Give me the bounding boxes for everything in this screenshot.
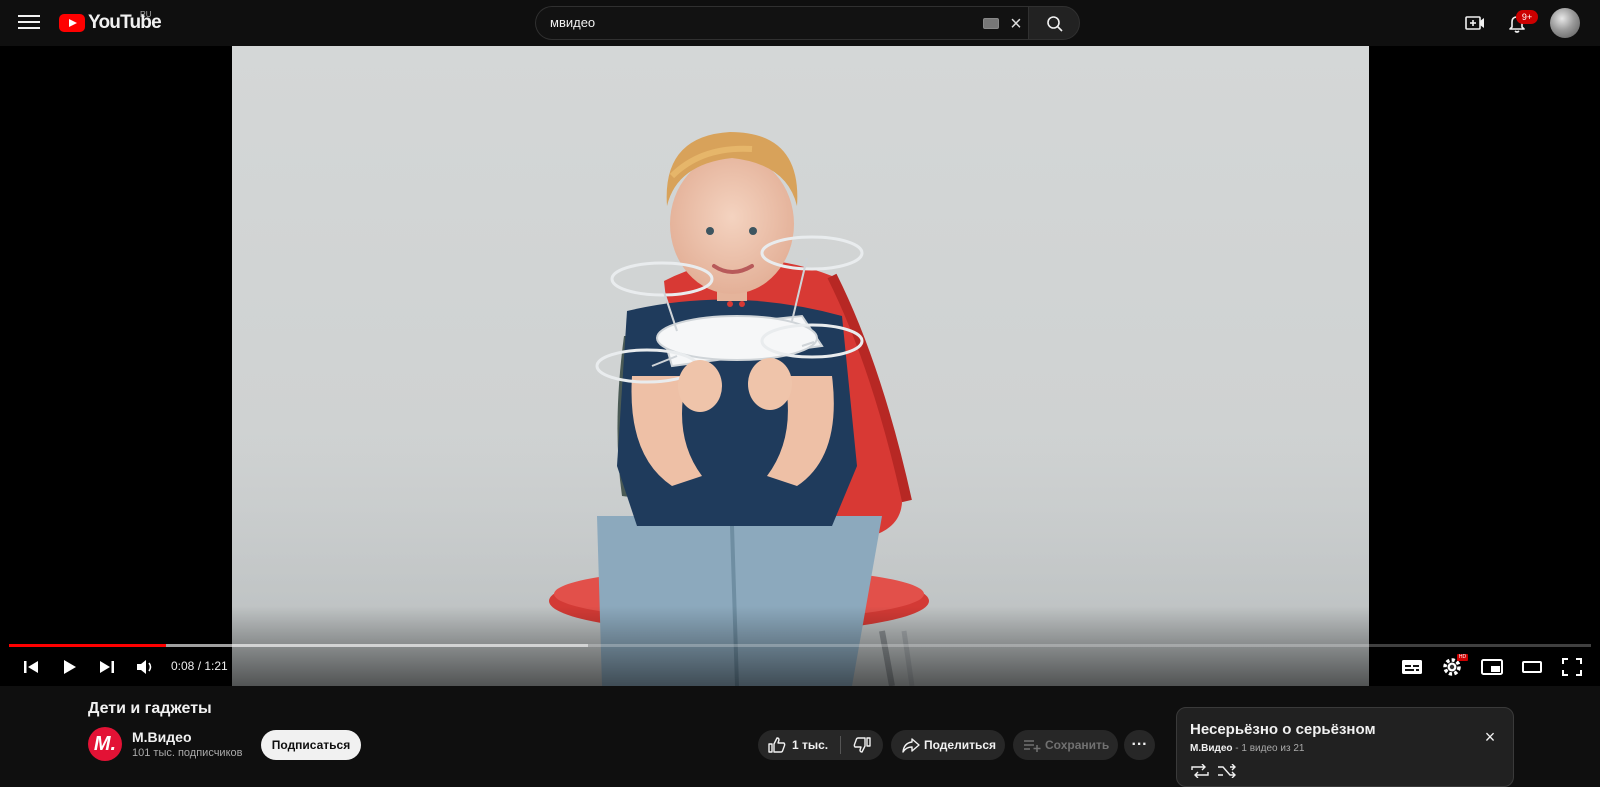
channel-name[interactable]: М.Видео (132, 729, 192, 745)
search-input[interactable] (550, 15, 930, 30)
share-button[interactable]: Поделиться (891, 730, 1005, 760)
video-thumbnail-image (232, 132, 1369, 686)
play-icon[interactable] (56, 655, 82, 679)
close-icon[interactable]: × (1481, 728, 1499, 746)
masthead: YouTube RU × 9+ (0, 0, 1600, 46)
loop-icon[interactable] (1190, 764, 1210, 778)
search-icon (1047, 16, 1063, 32)
subtitles-icon[interactable] (1399, 655, 1425, 679)
save-button[interactable]: Сохранить (1013, 730, 1118, 760)
keyboard-icon[interactable] (983, 18, 999, 29)
share-icon (902, 738, 920, 753)
shuffle-icon[interactable] (1217, 764, 1237, 778)
country-code: RU (140, 10, 152, 19)
miniplayer-icon[interactable] (1479, 655, 1505, 679)
fullscreen-icon[interactable] (1559, 655, 1585, 679)
youtube-logo-icon (59, 14, 85, 32)
playlist-add-icon (1024, 740, 1041, 752)
time-separator: / (194, 659, 205, 673)
save-label: Сохранить (1045, 738, 1110, 752)
notification-badge: 9+ (1516, 10, 1538, 24)
thumbs-up-icon (768, 737, 786, 753)
current-time: 0:08 (171, 659, 195, 673)
progress-played (9, 644, 166, 647)
like-button[interactable]: 1 тыс. (758, 730, 840, 760)
playlist-panel: Несерьёзно о серьёзном М.Видео - 1 видео… (1176, 707, 1514, 787)
video-info: Дети и гаджеты М. М.Видео 101 тыс. подпи… (0, 686, 1600, 787)
playlist-channel[interactable]: М.Видео (1190, 743, 1233, 754)
progress-bar[interactable] (9, 644, 1591, 647)
thumbs-down-icon (853, 737, 871, 753)
close-icon[interactable]: × (1006, 14, 1026, 34)
video-title: Дети и гаджеты (88, 700, 212, 717)
like-dislike-group: 1 тыс. (758, 730, 883, 760)
previous-icon[interactable] (18, 655, 44, 679)
share-label: Поделиться (924, 738, 997, 752)
subscribe-button[interactable]: Подписаться (261, 730, 361, 760)
subscriber-count: 101 тыс. подписчиков (132, 747, 243, 759)
like-count: 1 тыс. (792, 738, 829, 752)
video-frame[interactable] (232, 46, 1369, 686)
create-video-icon[interactable] (1464, 12, 1486, 34)
hd-badge: HD (1457, 654, 1468, 661)
channel-avatar[interactable]: М. (88, 727, 122, 761)
more-icon[interactable]: ··· (1124, 730, 1155, 760)
menu-icon[interactable] (18, 12, 40, 34)
avatar[interactable] (1550, 8, 1580, 38)
volume-icon[interactable] (132, 655, 158, 679)
dislike-button[interactable] (841, 730, 883, 760)
time-display: 0:08 / 1:21 (171, 659, 228, 673)
next-icon[interactable] (94, 655, 120, 679)
duration: 1:21 (204, 659, 228, 673)
playlist-position: 1 видео из 21 (1241, 743, 1305, 754)
playlist-title[interactable]: Несерьёзно о серьёзном (1190, 721, 1376, 738)
search-button[interactable] (1028, 6, 1080, 40)
video-player[interactable]: 0:08 / 1:21 HD (0, 46, 1600, 686)
theater-mode-icon[interactable] (1519, 655, 1545, 679)
playlist-meta: М.Видео - 1 видео из 21 (1190, 743, 1304, 754)
search-box: × (535, 6, 1028, 40)
